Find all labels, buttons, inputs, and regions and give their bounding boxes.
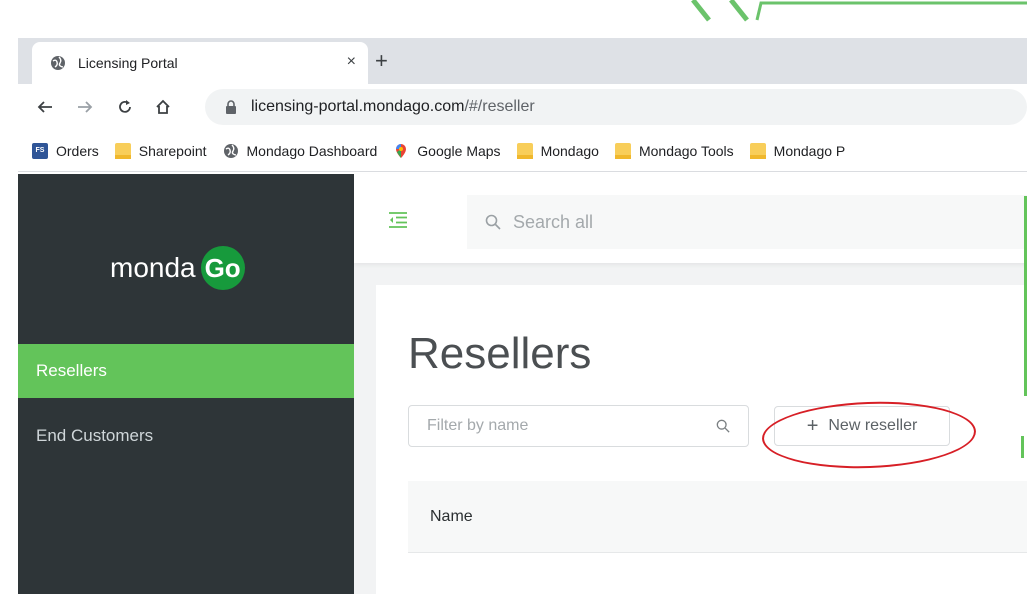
bookmark-mondago[interactable]: Mondago: [516, 142, 599, 159]
folder-icon: [614, 142, 631, 159]
bookmark-label: Google Maps: [417, 142, 501, 159]
lock-icon: [226, 100, 236, 114]
column-header-name[interactable]: Name: [430, 508, 473, 526]
url-host: licensing-portal.mondago.com: [251, 98, 465, 115]
bookmark-label: Orders: [56, 142, 99, 159]
bookmark-mondago-dashboard[interactable]: Mondago Dashboard: [223, 142, 378, 159]
bookmark-mondago-tools[interactable]: Mondago Tools: [614, 142, 734, 159]
url-text: licensing-portal.mondago.com/#/reseller: [251, 98, 535, 116]
folder-icon: [516, 142, 533, 159]
table-header: Name: [408, 481, 1027, 553]
filter-input[interactable]: [425, 416, 716, 436]
decorative-edge-line: [1021, 436, 1024, 458]
sidebar-item-label: Resellers: [36, 361, 107, 380]
back-icon[interactable]: [34, 96, 56, 118]
sidebar-item-label: End Customers: [36, 426, 154, 445]
sidebar-item-resellers[interactable]: Resellers: [18, 344, 354, 398]
bookmark-label: Mondago: [540, 142, 599, 159]
new-tab-button[interactable]: +: [375, 48, 388, 74]
main-content: Search all Resellers + New reseller Name: [354, 174, 1027, 594]
bookmark-mondago-p[interactable]: Mondago P: [749, 142, 846, 159]
bookmark-label: Mondago P: [773, 142, 846, 159]
search-icon: [485, 214, 501, 230]
logo-text: monda: [110, 252, 196, 283]
home-icon[interactable]: [152, 96, 174, 118]
logo-badge: Go: [200, 246, 245, 290]
folder-icon: [749, 142, 766, 159]
browser-tab-strip: Licensing Portal × +: [18, 38, 1027, 84]
page-title: Resellers: [408, 329, 592, 378]
close-tab-icon[interactable]: ×: [347, 53, 356, 71]
bookmark-label: Mondago Tools: [638, 142, 734, 159]
bookmark-label: Mondago Dashboard: [246, 142, 378, 159]
bookmark-orders[interactable]: FS Orders: [32, 142, 99, 159]
forward-icon[interactable]: [74, 96, 96, 118]
bookmark-label: Sharepoint: [138, 142, 207, 159]
bookmarks-bar: FS Orders Sharepoint Mondago Dashboard G…: [18, 130, 1027, 172]
folder-icon: [114, 142, 131, 159]
filter-by-name-field[interactable]: [408, 405, 749, 447]
browser-toolbar: licensing-portal.mondago.com/#/reseller: [18, 84, 1027, 130]
mondago-logo: monda Go: [110, 246, 245, 290]
fs-icon: FS: [32, 142, 48, 159]
bookmark-sharepoint[interactable]: Sharepoint: [114, 142, 207, 159]
reload-icon[interactable]: [114, 96, 136, 118]
url-path: /#/reseller: [464, 98, 535, 115]
global-search[interactable]: Search all: [467, 195, 1027, 249]
tab-title: Licensing Portal: [78, 55, 178, 71]
bookmark-google-maps[interactable]: Google Maps: [393, 142, 501, 159]
app-topbar: Search all: [354, 174, 1027, 263]
address-bar[interactable]: licensing-portal.mondago.com/#/reseller: [205, 89, 1027, 125]
sidebar-item-end-customers[interactable]: End Customers: [18, 409, 354, 463]
app-sidebar: monda Go Resellers End Customers: [18, 174, 354, 594]
globe-icon: [51, 56, 65, 70]
search-placeholder: Search all: [513, 211, 594, 232]
menu-collapse-icon[interactable]: [388, 212, 408, 228]
search-icon: [716, 419, 730, 433]
decorative-frame: [691, 0, 1027, 22]
map-pin-icon: [396, 143, 407, 158]
globe-icon: [223, 143, 238, 158]
browser-tab[interactable]: Licensing Portal ×: [32, 42, 368, 84]
